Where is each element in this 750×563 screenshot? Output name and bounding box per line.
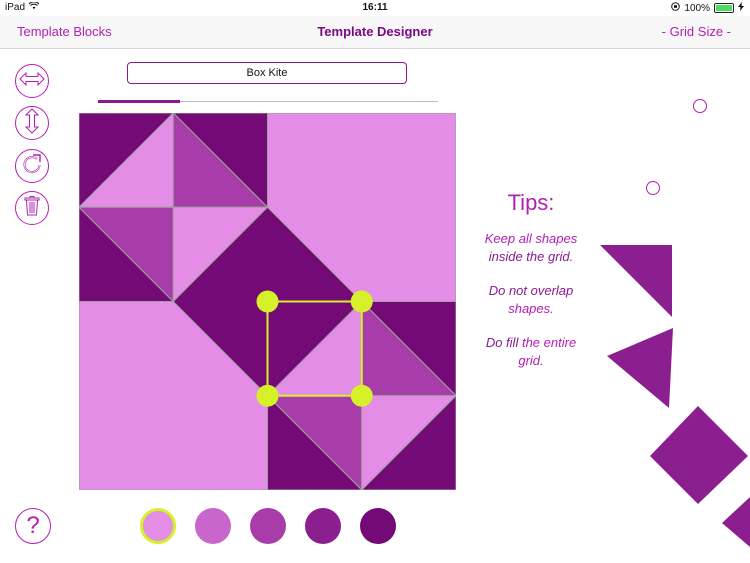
clock: 16:11: [362, 2, 388, 13]
small-circle-shape-2[interactable]: [645, 180, 661, 196]
progress-fill: [98, 100, 180, 103]
color-swatch-4[interactable]: [305, 508, 341, 544]
progress-bar: [98, 100, 438, 103]
tips-panel: Tips: Keep all shapes inside the grid. D…: [468, 190, 594, 386]
color-swatch-3[interactable]: [250, 508, 286, 544]
tip-1: Keep all shapes inside the grid.: [484, 231, 578, 264]
triangle-shape-2[interactable]: [605, 326, 675, 410]
delete-button[interactable]: [15, 191, 49, 225]
rotate-icon: [21, 153, 43, 180]
triangle-shape-1[interactable]: [598, 243, 674, 319]
flip-horizontal-icon: [19, 71, 45, 91]
template-grid[interactable]: [79, 113, 456, 490]
charging-icon: [738, 2, 744, 14]
orientation-lock-icon: [671, 2, 681, 14]
status-bar: iPad 16:11 100%: [0, 0, 750, 16]
selection-handle-1[interactable]: [256, 290, 279, 313]
trash-icon: [24, 195, 40, 221]
tips-title: Tips:: [507, 190, 555, 215]
tip-2: Do not overlap shapes.: [488, 283, 574, 316]
template-name-field[interactable]: Box Kite: [127, 62, 407, 84]
selection-handle-3[interactable]: [256, 384, 279, 407]
color-swatch-2[interactable]: [195, 508, 231, 544]
color-swatch-5[interactable]: [360, 508, 396, 544]
circle-shape[interactable]: [640, 93, 664, 117]
square-shape[interactable]: [648, 404, 750, 506]
flip-vertical-icon: [24, 107, 40, 139]
grid-size-button[interactable]: - Grid Size -: [662, 24, 731, 39]
rotate-button[interactable]: [15, 149, 49, 183]
help-button[interactable]: ?: [15, 508, 51, 544]
partial-shape[interactable]: [722, 497, 750, 547]
page-title: Template Designer: [317, 24, 433, 39]
tip-3: Do fill the entire grid.: [485, 335, 577, 368]
selection-handle-4[interactable]: [350, 384, 373, 407]
battery-percent: 100%: [684, 2, 710, 14]
selection-handle-2[interactable]: [350, 290, 373, 313]
flip-horizontal-button[interactable]: [15, 64, 49, 98]
nav-bar: Template Blocks Template Designer - Grid…: [0, 16, 750, 49]
small-circle-shape-1[interactable]: [692, 98, 708, 114]
battery-icon: [714, 3, 734, 13]
question-icon: ?: [26, 512, 40, 539]
flip-vertical-button[interactable]: [15, 106, 49, 140]
color-swatch-1[interactable]: [140, 508, 176, 544]
